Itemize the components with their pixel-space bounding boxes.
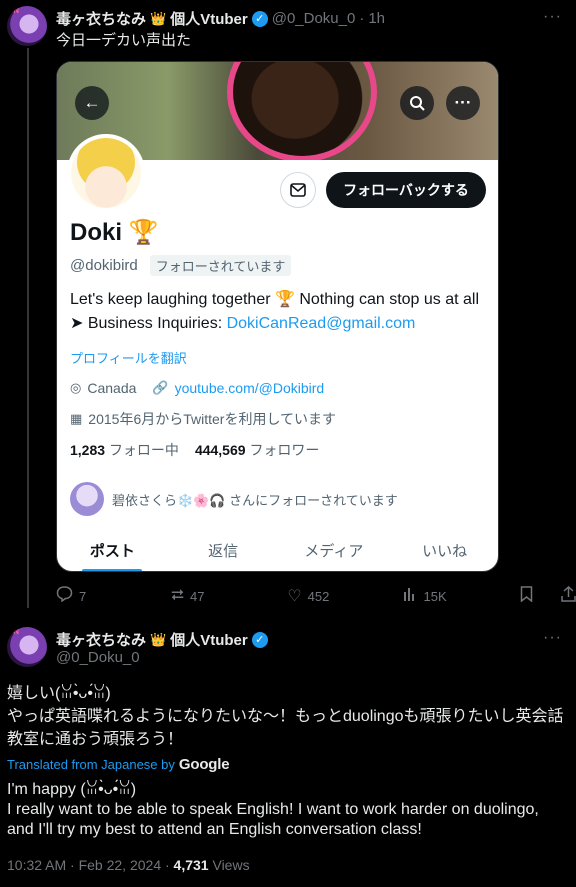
author-suffix[interactable]: 個人Vtuber [170,629,248,650]
author-name[interactable]: 毒ヶ衣ちなみ [56,8,146,29]
profile-handle-row: @dokibird フォローされています [70,255,292,276]
post-text-translation: I'm happy (ꈍ•̀ᴗ•́ꈍ) I really want to be … [7,781,539,838]
heart-icon: ♡ [287,588,302,605]
view-count: 15K [423,588,447,604]
tab-replies: 返信 [208,543,239,560]
repost-button[interactable]: ⮂ 47 [171,587,287,605]
followers-count: 444,569 [194,442,246,458]
followed-by-text: 碧依さくら❄️🌸🎧 さんにフォローされています [112,492,398,508]
main-post: ON 毒ヶ衣ちなみ 👑 個人Vtuber ✓ ··· @0_Doku_0 嬉しい… [0,620,576,887]
followed-by-row: 碧依さくら❄️🌸🎧 さんにフォローされています [70,482,398,516]
profile-name: Doki 🏆 [70,218,159,247]
separator-dot: · [359,10,365,27]
crown-icon: 👑 [150,10,167,26]
share-button[interactable] [561,585,576,607]
post-datetime[interactable]: 10:32 AM · Feb 22, 2024 · [7,857,174,873]
trophy-icon: 🏆 [128,219,159,246]
live-badge-icon: ON [7,627,19,636]
reply-count: 7 [79,588,87,604]
tab-posts: ポスト [57,532,168,571]
follows-you-badge: フォローされています [149,255,292,276]
post-timestamp: 10:32 AM · Feb 22, 2024 · 4,731 Views [7,857,250,873]
repost-icon: ⮂ [171,587,184,604]
profile-name-text: Doki [70,219,123,246]
attached-image[interactable]: ← ··· フォローバックする Doki 🏆 @dokibird フォローされて… [56,61,499,572]
profile-handle: @dokibird [70,257,138,274]
profile-bio: Let's keep laughing together 🏆 Nothing c… [70,288,490,336]
tab-likes: いいね [422,543,468,560]
following-label: フォロー中 [108,442,179,458]
views-button[interactable]: 15K [403,586,519,606]
post-text: 今日一デカい声出た [56,32,192,49]
following-count: 1,283 [70,442,106,458]
profile-website: youtube.com/@Dokibird [174,380,325,396]
profile-avatar [67,134,145,212]
live-badge-icon: ON [7,6,19,15]
message-icon [280,172,316,208]
following-count-group: 1,283 フォロー中 [70,440,179,460]
profile-joined: 2015年6月からTwitterを利用しています [88,411,337,427]
follow-back-button: フォローバックする [326,172,486,208]
translation-attribution: Translated from Japanese by Google [7,756,230,773]
followers-label: フォロワー [249,442,320,458]
author-avatar[interactable]: ON [7,627,47,667]
location-pin-icon: ◎ [70,380,82,395]
more-menu-icon[interactable]: ··· [543,8,562,26]
author-handle[interactable]: @0_Doku_0 [272,10,356,27]
calendar-icon: ▦ [70,411,83,426]
verified-badge-icon: ✓ [251,10,268,27]
follower-avatar [70,482,104,516]
profile-joined-row: ▦ 2015年6月からTwitterを利用しています [70,409,336,429]
tab-media: メディア [304,543,364,560]
like-button[interactable]: ♡ 452 [287,586,403,606]
views-bar-chart-icon [403,586,417,606]
post-text-japanese: 嬉しい(ꈍ•̀ᴗ•́ꈍ) やっぱ英語喋れるようになりたいな〜！もっとduolin… [7,685,564,748]
post-time[interactable]: 1h [368,10,385,27]
share-icon [561,585,576,607]
like-count: 452 [307,588,330,604]
banner-dog-image [227,62,377,160]
author-avatar[interactable]: ON [7,6,47,46]
followers-count-group: 444,569 フォロワー [195,440,320,460]
reply-icon [56,585,73,607]
more-options-icon: ··· [446,86,480,120]
author-name[interactable]: 毒ヶ衣ちなみ [56,629,146,650]
bookmark-button[interactable] [520,585,561,607]
post-actions: 7 ⮂ 47 ♡ 452 15K [56,585,576,607]
author-suffix[interactable]: 個人Vtuber [170,8,248,29]
thread-line [27,48,29,608]
reply-button[interactable]: 7 [56,585,171,607]
translated-by-label[interactable]: Translated from Japanese by [7,757,175,772]
crown-icon: 👑 [150,631,167,647]
profile-location: Canada [87,380,137,396]
repost-count: 47 [189,588,205,604]
link-icon: 🔗 [152,380,169,395]
more-menu-icon[interactable]: ··· [543,629,562,647]
profile-meta-row: ◎ Canada 🔗 youtube.com/@Dokibird [70,380,324,396]
profile-counts: 1,283 フォロー中 444,569 フォロワー [70,440,319,460]
quoted-post[interactable]: ON 毒ヶ衣ちなみ 👑 個人Vtuber ✓ @0_Doku_0 · 1h ··… [0,0,576,620]
author-handle[interactable]: @0_Doku_0 [56,649,140,666]
verified-badge-icon: ✓ [251,631,268,648]
author-row: 毒ヶ衣ちなみ 👑 個人Vtuber ✓ [56,629,268,650]
bookmark-icon [520,585,533,607]
search-icon [400,86,434,120]
profile-tabs: ポスト 返信 メディア いいね [57,532,498,571]
translate-profile-link: プロフィールを翻訳 [70,351,187,366]
bio-email-link: DokiCanRead@gmail.com [226,315,416,332]
google-logo: Google [178,756,230,773]
author-row: 毒ヶ衣ちなみ 👑 個人Vtuber ✓ @0_Doku_0 · 1h [56,8,385,29]
views-count: 4,731 [173,857,209,873]
views-label: Views [208,857,250,873]
back-arrow-icon: ← [75,86,109,120]
